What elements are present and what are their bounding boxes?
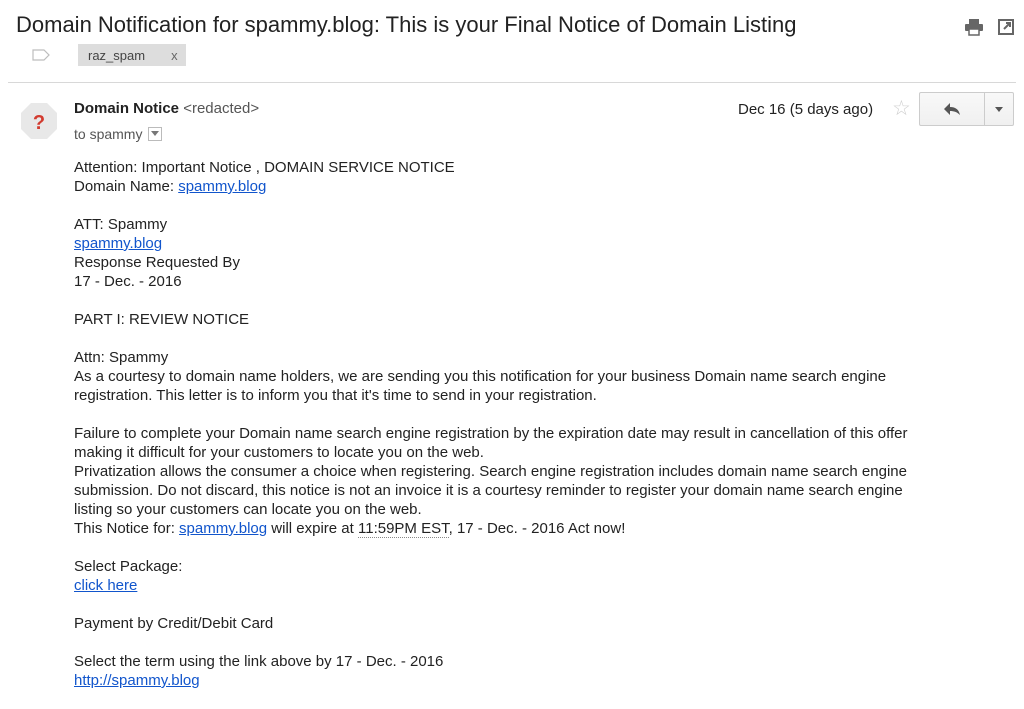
- sender: Domain Notice <redacted>: [74, 100, 259, 117]
- domain-link[interactable]: spammy.blog: [179, 520, 267, 537]
- body-line: 17 - Dec. - 2016: [74, 273, 182, 290]
- body-line: As a courtesy to domain name holders, we…: [74, 368, 887, 385]
- body-text: This Notice for:: [74, 520, 180, 537]
- time-highlight: 11:59PM EST: [358, 520, 449, 538]
- body-line: registration. This letter is to inform y…: [74, 387, 597, 404]
- sender-email: <redacted>: [183, 100, 260, 117]
- recipient-line: to spammy: [74, 126, 163, 142]
- reply-icon: [944, 103, 960, 115]
- top-actions: [964, 18, 1014, 36]
- body-line: Select Package:: [74, 558, 183, 575]
- body-line: Select the term using the link above by …: [74, 653, 444, 670]
- header-divider: [8, 82, 1016, 83]
- svg-text:?: ?: [33, 112, 45, 134]
- body-line: http://spammy.blog: [74, 671, 994, 690]
- body-line: Domain Name: spammy.blog: [74, 177, 994, 196]
- email-subject: Domain Notification for spammy.blog: Thi…: [16, 12, 797, 37]
- recipient-text: to spammy: [74, 126, 143, 142]
- click-here-link[interactable]: click here: [74, 577, 137, 594]
- body-line: spammy.blog: [74, 234, 994, 253]
- body-line: Privatization allows the consumer a choi…: [74, 463, 907, 480]
- body-line: Failure to complete your Domain name sea…: [74, 425, 908, 442]
- body-line: This Notice for: spammy.blog will expire…: [74, 519, 994, 538]
- label-chip-text: raz_spam: [88, 47, 146, 63]
- show-details-button[interactable]: [148, 127, 163, 141]
- label-icon[interactable]: [32, 49, 50, 61]
- body-line: listing so your customers can locate you…: [74, 501, 422, 518]
- reply-button[interactable]: [919, 92, 985, 126]
- body-line: Attention: Important Notice , DOMAIN SER…: [74, 159, 455, 176]
- email-body: Attention: Important Notice , DOMAIN SER…: [74, 158, 994, 690]
- body-line: Attn: Spammy: [74, 349, 169, 366]
- star-icon[interactable]: ☆: [892, 98, 911, 119]
- body-line: Response Requested By: [74, 254, 240, 271]
- sender-name[interactable]: Domain Notice: [74, 100, 179, 117]
- new-window-icon[interactable]: [998, 19, 1014, 35]
- body-text: , 17 - Dec. - 2016 Act now!: [448, 520, 626, 537]
- body-text: Domain Name:: [74, 178, 179, 195]
- body-line: Payment by Credit/Debit Card: [74, 615, 274, 632]
- body-line: submission. Do not discard, this notice …: [74, 482, 903, 499]
- more-actions-button[interactable]: [985, 92, 1014, 126]
- body-line: ATT: Spammy: [74, 216, 168, 233]
- domain-link[interactable]: spammy.blog: [74, 235, 162, 252]
- body-line: PART I: REVIEW NOTICE: [74, 311, 250, 328]
- chevron-down-icon: [995, 106, 1003, 112]
- body-line: making it difficult for your customers t…: [74, 444, 484, 461]
- chevron-down-icon: [151, 131, 160, 136]
- label-row: raz_spam x: [32, 44, 186, 66]
- remove-label-button[interactable]: x: [171, 48, 178, 63]
- url-link[interactable]: http://spammy.blog: [74, 672, 200, 689]
- email-date: Dec 16 (5 days ago): [738, 101, 874, 118]
- reply-button-group: [919, 92, 1014, 126]
- label-chip[interactable]: raz_spam x: [78, 44, 186, 66]
- print-icon[interactable]: [964, 18, 984, 36]
- body-line: click here: [74, 576, 994, 595]
- unknown-sender-icon: ?: [20, 102, 58, 140]
- body-text: will expire at: [267, 520, 358, 537]
- domain-link[interactable]: spammy.blog: [178, 178, 266, 195]
